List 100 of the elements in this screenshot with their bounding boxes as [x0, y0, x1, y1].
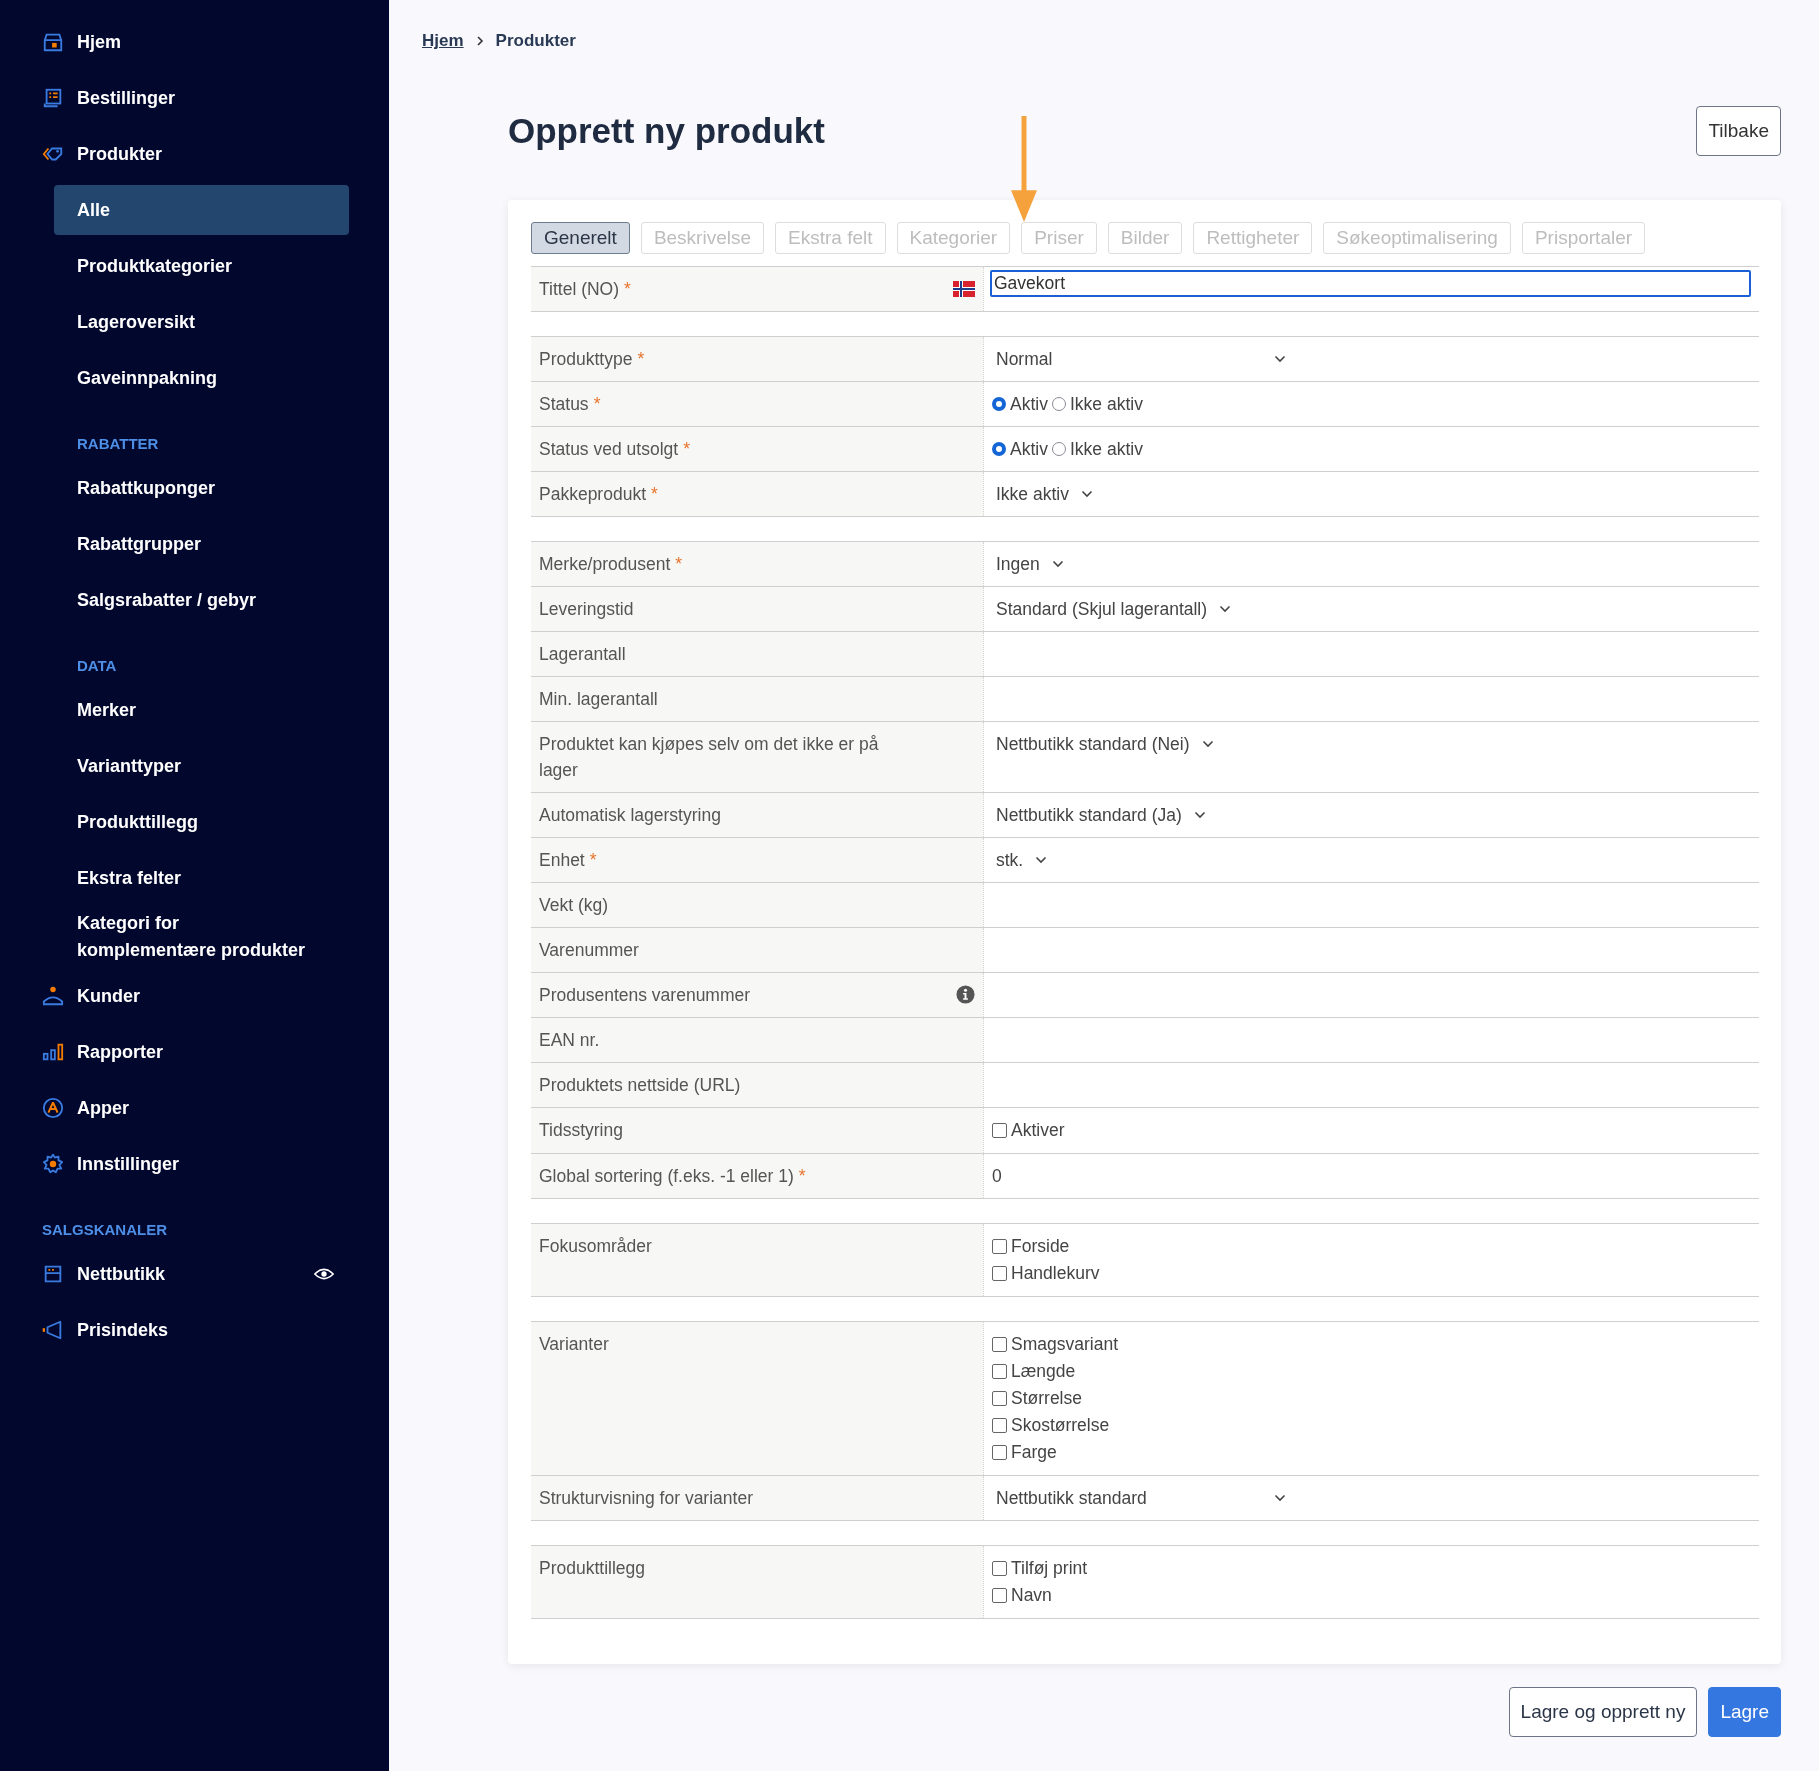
breadcrumb-current: Produkter	[495, 31, 576, 51]
sidebar-heading: SALGSKANALER	[42, 1220, 168, 1240]
sidebar-heading: RABATTER	[76, 434, 160, 454]
field-label: Varenummer	[539, 939, 639, 962]
field-label: Automatisk lagerstyring	[539, 804, 721, 827]
title-input[interactable]: Gavekort	[990, 270, 1751, 297]
checkbox[interactable]	[992, 1239, 1007, 1254]
receipt-icon	[42, 87, 64, 109]
megaphone-icon	[42, 1319, 64, 1341]
radio-button[interactable]	[992, 397, 1006, 411]
checkbox[interactable]	[992, 1588, 1007, 1603]
settings-icon	[42, 1153, 64, 1175]
apps-icon	[42, 1097, 64, 1119]
field-value: 0	[992, 1165, 1002, 1188]
option-label: Navn	[1011, 1584, 1052, 1607]
eye-icon[interactable]	[314, 1267, 334, 1281]
option-label: Farge	[1011, 1441, 1057, 1464]
sidebar-subitem[interactable]: Alle	[54, 185, 349, 235]
sidebar-subitem[interactable]: Produktkategorier	[54, 238, 316, 294]
chevron-down-icon	[1201, 740, 1214, 748]
select-field[interactable]: Normal	[992, 346, 1286, 372]
option-label: Smagsvariant	[1011, 1333, 1118, 1356]
field-label: EAN nr.	[539, 1029, 600, 1052]
sidebar-subitem[interactable]: Kategori for komplementære produkter	[54, 906, 316, 968]
sidebar-item[interactable]: Kunder	[42, 968, 347, 1024]
field-label: Tidsstyring	[539, 1119, 623, 1142]
option-label: Aktiv	[1010, 438, 1048, 461]
breadcrumb-link[interactable]: Hjem	[422, 31, 464, 51]
field-label: Strukturvisning for varianter	[539, 1487, 753, 1510]
sidebar-item[interactable]: Rapporter	[42, 1024, 347, 1080]
sidebar-item[interactable]: Innstillinger	[42, 1136, 347, 1192]
chevron-down-icon	[1035, 856, 1048, 864]
checkbox[interactable]	[992, 1364, 1007, 1379]
bar-chart-icon	[42, 1041, 64, 1063]
select-field[interactable]: Ingen	[992, 551, 1064, 577]
save-and-new-button[interactable]: Lagre og opprett ny	[1508, 1687, 1698, 1737]
sidebar-subitem[interactable]: Merker	[54, 682, 316, 738]
back-button[interactable]: Tilbake	[1696, 106, 1781, 156]
sidebar-item[interactable]: Apper	[42, 1080, 347, 1136]
field-label: Vekt (kg)	[539, 894, 609, 917]
field-label: Produsentens varenummer	[539, 984, 751, 1007]
checkbox[interactable]	[992, 1561, 1007, 1576]
flag-icon	[953, 281, 975, 297]
sidebar-item[interactable]: Nettbutikk	[42, 1246, 347, 1302]
field-label: Min. lagerantall	[539, 688, 658, 711]
select-field[interactable]: Nettbutikk standard (Nei)	[992, 731, 1214, 757]
option-label: Længde	[1011, 1360, 1076, 1383]
chevron-down-icon	[1051, 560, 1064, 568]
sidebar-item[interactable]: Prisindeks	[42, 1302, 347, 1358]
sidebar-subitem[interactable]: Varianttyper	[54, 738, 316, 794]
select-field[interactable]: Nettbutikk standard	[992, 1485, 1286, 1511]
chevron-right-icon	[475, 35, 484, 47]
field-label: Status ved utsolgt *	[539, 438, 690, 461]
sidebar-item[interactable]: Bestillinger	[42, 70, 347, 126]
field-label: Produkttype *	[539, 348, 645, 371]
select-field[interactable]: stk.	[992, 847, 1048, 873]
field-label: Lagerantall	[539, 643, 626, 666]
sidebar-item[interactable]: Hjem	[42, 14, 347, 70]
sidebar-subitem[interactable]: Rabattgrupper	[54, 516, 316, 572]
chevron-down-icon	[1219, 605, 1232, 613]
sidebar-item[interactable]: Produkter	[42, 126, 347, 182]
home-icon	[42, 31, 64, 53]
checkbox[interactable]	[992, 1445, 1007, 1460]
info-icon[interactable]	[956, 985, 975, 1004]
storefront-icon	[42, 1263, 64, 1285]
option-label: Handlekurv	[1011, 1262, 1100, 1285]
field-label: Pakkeprodukt *	[539, 483, 658, 506]
checkbox[interactable]	[992, 1391, 1007, 1406]
sidebar-subitem[interactable]: Produkttillegg	[54, 794, 316, 850]
checkbox[interactable]	[992, 1418, 1007, 1433]
checkbox[interactable]	[992, 1123, 1007, 1138]
sidebar-subitem[interactable]: Salgsrabatter / gebyr	[54, 572, 316, 628]
select-field[interactable]: Nettbutikk standard (Ja)	[992, 802, 1206, 828]
option-label: Tilføj print	[1011, 1557, 1088, 1580]
select-field[interactable]: Ikke aktiv	[992, 481, 1093, 507]
chevron-down-icon	[1274, 1494, 1286, 1502]
sidebar-subitem[interactable]: Gaveinnpakning	[54, 350, 316, 406]
option-label: Forside	[1011, 1235, 1070, 1258]
sidebar-heading: DATA	[76, 656, 118, 676]
field-label: Status *	[539, 393, 601, 416]
select-field[interactable]: Standard (Skjul lagerantall)	[992, 596, 1232, 622]
field-label: Enhet *	[539, 849, 597, 872]
field-label: Fokusområder	[539, 1235, 652, 1258]
tab[interactable]: Generelt	[531, 222, 630, 254]
chevron-down-icon	[1274, 355, 1286, 363]
field-label: Produktet kan kjøpes selv om det ikke er på lager	[539, 733, 880, 782]
option-label: Aktiver	[1011, 1119, 1065, 1142]
sidebar-subitem[interactable]: Ekstra felter	[54, 850, 316, 906]
radio-button[interactable]	[992, 442, 1006, 456]
checkbox[interactable]	[992, 1337, 1007, 1352]
person-icon	[42, 985, 64, 1007]
option-label: Ikke aktiv	[1069, 438, 1143, 461]
checkbox[interactable]	[992, 1266, 1007, 1281]
field-label: Produkttillegg	[539, 1557, 646, 1580]
option-label: Størrelse	[1011, 1387, 1082, 1410]
field-label: Produktets nettside (URL)	[539, 1074, 741, 1097]
sidebar-subitem[interactable]: Rabattkuponger	[54, 460, 316, 516]
sidebar-subitem[interactable]: Lageroversikt	[54, 294, 316, 350]
field-label: Leveringstid	[539, 598, 634, 621]
save-button[interactable]: Lagre	[1708, 1687, 1781, 1737]
